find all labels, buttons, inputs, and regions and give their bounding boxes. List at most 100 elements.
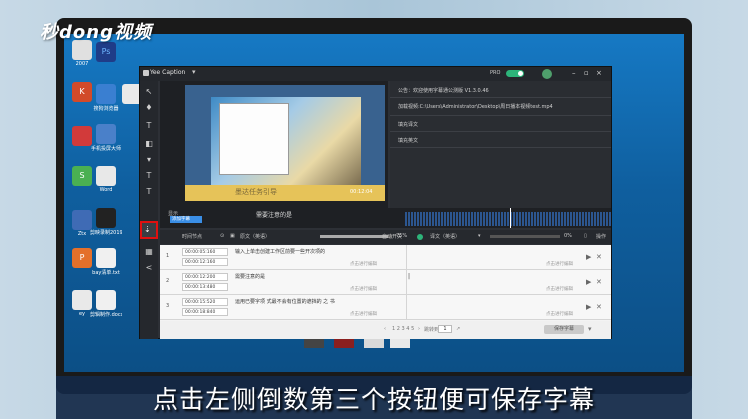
text-icon[interactable]: T xyxy=(144,121,154,131)
end-time-field[interactable]: 00:00:13:480 xyxy=(182,283,228,291)
divider xyxy=(390,147,611,148)
column-divider xyxy=(406,245,407,270)
divider xyxy=(390,131,611,132)
delete-icon[interactable]: ✕ xyxy=(596,278,602,286)
avatar[interactable] xyxy=(542,69,552,79)
edit-hint[interactable]: 点击进行编辑 xyxy=(350,311,377,317)
text-file-icon[interactable]: bay清单.txt xyxy=(90,248,122,276)
trash-icon[interactable]: ▯ xyxy=(584,233,587,239)
page-numbers[interactable]: 1 2 3 4 5 xyxy=(392,326,414,332)
header-time: 时间节点 xyxy=(182,234,203,240)
header-translation[interactable]: 译文（英语） xyxy=(430,233,460,240)
chevron-down-icon[interactable]: ▾ xyxy=(478,233,481,239)
edit-hint[interactable]: 点击进行编辑 xyxy=(350,286,377,292)
minimize-button[interactable]: – xyxy=(572,69,576,77)
next-page-button[interactable]: › xyxy=(418,326,420,332)
text-style-icon[interactable]: T xyxy=(144,187,154,197)
table-row[interactable]: 1 00:00:05:160 00:00:12:160 输入上单击创建工作区前要… xyxy=(160,245,611,270)
save-subtitle-bottom-button[interactable]: 保存字幕 xyxy=(544,325,584,334)
title-bar: Yee Caption ▾ PRO – ▫ × xyxy=(140,67,611,81)
original-text[interactable]: 运用已要字项 式最不会有位置的遮挡的 之 书 xyxy=(235,298,335,305)
share-icon[interactable]: < xyxy=(144,263,154,273)
video-content xyxy=(211,97,361,185)
table-row[interactable]: 2 00:00:12:200 00:00:13:480 需要注意的是 点击进行编… xyxy=(160,270,611,295)
video-path-text: 加载视频:C:\Users\Administrator\Desktop\周日播本… xyxy=(398,104,553,110)
audio-waveform[interactable] xyxy=(405,212,611,226)
header-original: 原文（英语） xyxy=(240,234,271,240)
info-panel: 公告：欢迎使用字幕通公测版 V1.3.0.46 加载视频:C:\Users\Ad… xyxy=(390,81,611,209)
mic-icon[interactable]: ♦ xyxy=(144,103,154,113)
chevron-down-icon[interactable]: ▾ xyxy=(192,68,196,76)
timeline[interactable]: 显示 添加字幕 需要注意的是 xyxy=(160,208,611,228)
start-time-field[interactable]: 00:00:05:160 xyxy=(182,248,228,256)
watermark-logo: 秒dong视频 xyxy=(40,22,152,43)
end-time-field[interactable]: 00:00:12:160 xyxy=(182,258,228,266)
pro-toggle[interactable] xyxy=(506,70,524,77)
video-frame[interactable]: 墨达任务引导 00:12:04 xyxy=(185,85,385,201)
import-icon[interactable]: ◧ xyxy=(144,139,154,149)
chevron-down-icon[interactable]: ▾ xyxy=(588,325,592,333)
divider xyxy=(390,115,611,116)
row-index: 2 xyxy=(166,278,170,284)
original-text[interactable]: 需要注意的是 xyxy=(235,273,265,280)
maximize-button[interactable]: ▫ xyxy=(584,69,589,77)
edit-hint[interactable]: 点击进行编辑 xyxy=(546,261,573,267)
header-auto-toggle-label: 自动开关 xyxy=(382,234,403,240)
video-window-image xyxy=(219,103,289,175)
download-icon[interactable]: ▾ xyxy=(144,155,154,165)
header-action: 操作 xyxy=(596,234,607,240)
projector-icon[interactable]: 手机投屏大师 xyxy=(90,124,122,152)
video-preview: 墨达任务引导 00:12:04 xyxy=(160,81,388,209)
word-doc-icon[interactable]: Word xyxy=(90,166,122,193)
goto-label: 跳转到 xyxy=(424,327,440,333)
left-toolbar: ↖ ♦ T ◧ ▾ T T ⇣ ▦ < xyxy=(140,81,158,339)
column-divider xyxy=(406,270,407,295)
playhead[interactable] xyxy=(510,208,511,228)
clock-icon[interactable]: ⊙ xyxy=(220,233,224,239)
play-icon[interactable]: ▶ xyxy=(586,303,591,311)
grid-icon[interactable]: ▦ xyxy=(144,247,154,257)
cursor-icon[interactable]: ↖ xyxy=(144,87,154,97)
start-time-field[interactable]: 00:00:15:520 xyxy=(182,298,228,306)
row-index: 3 xyxy=(166,303,170,309)
delete-icon[interactable]: ✕ xyxy=(596,303,602,311)
timeline-current-caption: 需要注意的是 xyxy=(256,212,293,219)
start-time-field[interactable]: 00:00:12:200 xyxy=(182,273,228,281)
fill-translation-button[interactable]: 填充英文 xyxy=(398,137,418,144)
translation-progress xyxy=(490,235,560,238)
divider xyxy=(390,97,611,98)
delete-icon[interactable]: ✕ xyxy=(596,253,602,261)
app-title: Yee Caption xyxy=(150,69,186,76)
video-recorder-icon[interactable]: 剪映录制2019 xyxy=(90,208,122,236)
go-icon[interactable]: ↗ xyxy=(456,326,460,332)
save-subtitle-button[interactable]: ⇣ xyxy=(140,221,158,239)
row-index: 1 xyxy=(166,253,170,259)
play-icon[interactable]: ▶ xyxy=(586,253,591,261)
tutorial-subtitle: 点击左侧倒数第三个按钮便可保存字幕 xyxy=(152,385,595,414)
header-percent2: 0% xyxy=(564,233,572,239)
close-button[interactable]: × xyxy=(596,69,602,77)
pro-label: PRO xyxy=(490,70,501,76)
edit-hint[interactable]: 点击进行编辑 xyxy=(546,286,573,292)
text-cursor[interactable]: | xyxy=(408,273,410,280)
play-icon[interactable]: ▶ xyxy=(586,278,591,286)
table-row[interactable]: 3 00:00:15:520 00:00:18:840 运用已要字项 式最不会有… xyxy=(160,295,611,320)
end-time-field[interactable]: 00:00:18:840 xyxy=(182,308,228,316)
auto-translate-toggle[interactable] xyxy=(417,234,423,240)
fill-original-button[interactable]: 填充译文 xyxy=(398,121,418,128)
save-icon: ⇣ xyxy=(144,225,151,234)
grid-header: 时间节点 ⊙ ▣ 原文（英语） 75% 自动开关 译文（英语） ▾ 0% ▯ 操… xyxy=(160,230,611,244)
original-text[interactable]: 输入上单击创建工作区前要一些开次项的 xyxy=(235,248,325,255)
pagination: ‹ 1 2 3 4 5 › 跳转到 1 ↗ 保存字幕 ▾ xyxy=(160,321,611,339)
calendar-icon[interactable]: ▣ xyxy=(230,233,235,239)
video-time: 00:12:04 xyxy=(350,189,373,195)
video-subtitle-text: 墨达任务引导 xyxy=(235,188,277,196)
add-caption-block[interactable]: 添加字幕 xyxy=(170,216,202,223)
font-icon[interactable]: T xyxy=(144,171,154,181)
prev-page-button[interactable]: ‹ xyxy=(384,326,386,332)
page-input[interactable]: 1 xyxy=(438,325,452,333)
edit-hint[interactable]: 点击进行编辑 xyxy=(350,261,377,267)
docx-file-icon[interactable]: 剪辑制作.docx xyxy=(90,290,122,318)
photoshop-icon[interactable]: Ps xyxy=(90,42,122,62)
edit-hint[interactable]: 点击进行编辑 xyxy=(546,311,573,317)
